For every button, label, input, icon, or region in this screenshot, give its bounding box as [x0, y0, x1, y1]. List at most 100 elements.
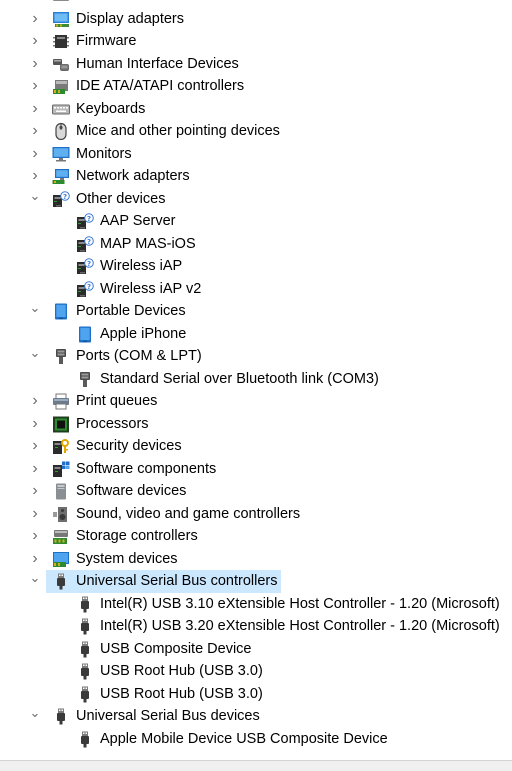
- chevron-down-icon[interactable]: ⌄: [28, 705, 42, 728]
- chevron-right-icon[interactable]: ›: [28, 120, 42, 143]
- usb-icon: [52, 708, 70, 725]
- usb-icon: [76, 663, 94, 680]
- chevron-right-icon[interactable]: ›: [28, 503, 42, 526]
- tree-category-disk-drives[interactable]: › Disk drives: [0, 0, 512, 8]
- chevron-down-icon[interactable]: ⌄: [28, 345, 42, 368]
- tree-category-ports-com-lpt[interactable]: ⌄ Ports (COM & LPT): [0, 345, 512, 368]
- tree-item-label: IDE ATA/ATAPI controllers: [76, 78, 245, 94]
- tree-category-human-interface-devices[interactable]: › Human Interface Devices: [0, 53, 512, 76]
- usb-icon: [76, 596, 94, 613]
- tree-item-label: Ports (COM & LPT): [76, 348, 202, 364]
- tree-device-intel-r-usb-3-10-extensible-host-controller-1-20-microsoft[interactable]: Intel(R) USB 3.10 eXtensible Host Contro…: [0, 593, 512, 616]
- tree-category-system-devices[interactable]: › System devices: [0, 548, 512, 571]
- portable-device-icon: [76, 326, 94, 343]
- port-icon: [76, 371, 94, 388]
- chevron-right-icon[interactable]: ›: [28, 413, 42, 436]
- tree-category-portable-devices[interactable]: ⌄ Portable Devices: [0, 300, 512, 323]
- tree-category-universal-serial-bus-controllers[interactable]: ⌄ Universal Serial Bus controllers: [0, 570, 512, 593]
- tree-item-label: USB Composite Device: [100, 640, 252, 657]
- tree-device-intel-r-usb-3-20-extensible-host-controller-1-20-microsoft[interactable]: Intel(R) USB 3.20 eXtensible Host Contro…: [0, 615, 512, 638]
- svg-text:?: ?: [63, 192, 67, 200]
- tree-category-keyboards[interactable]: › Keyboards: [0, 98, 512, 121]
- tree-item-label: Human Interface Devices: [76, 55, 239, 72]
- tree-item-label: Software components: [76, 460, 217, 477]
- tree-item-label: Firmware: [76, 33, 137, 49]
- mouse-icon: [52, 122, 70, 141]
- tree-category-firmware[interactable]: › Firmware: [0, 30, 512, 53]
- tree-device-usb-composite-device[interactable]: USB Composite Device: [0, 638, 512, 661]
- chevron-right-icon[interactable]: ›: [28, 525, 42, 548]
- chevron-right-icon[interactable]: ›: [28, 548, 42, 571]
- tree-item-label: USB Root Hub (USB 3.0): [100, 685, 263, 702]
- tree-category-ide-ata-atapi-controllers[interactable]: › IDE ATA/ATAPI controllers: [0, 75, 512, 98]
- tree-item-label: Other devices: [76, 190, 166, 207]
- chevron-down-icon[interactable]: ⌄: [28, 570, 42, 593]
- tree-device-wireless-iap-v2[interactable]: ? Wireless iAP v2: [0, 278, 512, 301]
- tree-item-label: Wireless iAP v2: [100, 280, 202, 297]
- tree-category-display-adapters[interactable]: › Display adapters: [0, 8, 512, 31]
- chevron-right-icon[interactable]: ›: [28, 8, 42, 31]
- system-device-icon: [52, 551, 70, 568]
- svg-text:?: ?: [87, 215, 91, 223]
- tree-category-print-queues[interactable]: › Print queues: [0, 390, 512, 413]
- ide-controller-icon: [52, 78, 70, 95]
- tree-item-label: Intel(R) USB 3.20 eXtensible Host Contro…: [100, 618, 500, 634]
- tree-category-processors[interactable]: › Processors: [0, 413, 512, 436]
- tree-category-sound-video-and-game-controllers[interactable]: › Sound, video and game controllers: [0, 503, 512, 526]
- chevron-right-icon[interactable]: ›: [28, 53, 42, 76]
- tree-item-label: Software devices: [76, 483, 187, 499]
- chevron-right-icon[interactable]: ›: [28, 435, 42, 458]
- tree-item-label: USB Root Hub (USB 3.0): [100, 663, 263, 679]
- tree-device-standard-serial-over-bluetooth-link-com3[interactable]: Standard Serial over Bluetooth link (COM…: [0, 368, 512, 391]
- status-bar: [0, 760, 512, 771]
- tree-device-usb-root-hub-usb-3-0[interactable]: USB Root Hub (USB 3.0): [0, 660, 512, 683]
- tree-category-storage-controllers[interactable]: › Storage controllers: [0, 525, 512, 548]
- tree-item-label: Sound, video and game controllers: [76, 505, 301, 522]
- chevron-right-icon[interactable]: ›: [28, 75, 42, 98]
- display-adapter-icon: [52, 11, 70, 28]
- tree-category-software-components[interactable]: › Software components: [0, 458, 512, 481]
- chevron-right-icon[interactable]: ›: [28, 0, 42, 8]
- tree-category-software-devices[interactable]: › Software devices: [0, 480, 512, 503]
- chevron-right-icon[interactable]: ›: [28, 98, 42, 121]
- tree-category-monitors[interactable]: › Monitors: [0, 143, 512, 166]
- keyboard-icon: [52, 101, 70, 118]
- storage-controller-icon: [52, 528, 70, 545]
- usb-icon: [52, 573, 70, 590]
- tree-device-apple-mobile-device-usb-composite-device[interactable]: Apple Mobile Device USB Composite Device: [0, 728, 512, 751]
- tree-item-label: Apple Mobile Device USB Composite Device: [100, 730, 388, 747]
- chevron-down-icon[interactable]: ⌄: [28, 300, 42, 323]
- tree-category-other-devices[interactable]: ⌄? Other devices: [0, 188, 512, 211]
- tree-category-mice-and-other-pointing-devices[interactable]: › Mice and other pointing devices: [0, 120, 512, 143]
- tree-device-map-mas-ios[interactable]: ? MAP MAS-iOS: [0, 233, 512, 256]
- device-tree[interactable]: › Disk drives › Display adapters › Firmware › H…: [0, 0, 512, 750]
- unknown-device-icon: ?: [76, 258, 94, 275]
- tree-category-security-devices[interactable]: › Security devices: [0, 435, 512, 458]
- security-device-icon: [52, 438, 70, 455]
- chevron-right-icon[interactable]: ›: [28, 30, 42, 53]
- tree-device-usb-root-hub-usb-3-0[interactable]: USB Root Hub (USB 3.0): [0, 683, 512, 706]
- unknown-device-icon: ?: [76, 235, 94, 253]
- tree-item-label: Universal Serial Bus devices: [76, 708, 260, 724]
- network-adapter-icon: [52, 168, 70, 185]
- tree-device-apple-iphone[interactable]: Apple iPhone: [0, 323, 512, 346]
- tree-device-wireless-iap[interactable]: ? Wireless iAP: [0, 255, 512, 278]
- hid-icon: [52, 56, 70, 73]
- unknown-device-icon: ?: [76, 280, 94, 298]
- chevron-right-icon[interactable]: ›: [28, 165, 42, 188]
- tree-category-universal-serial-bus-devices[interactable]: ⌄ Universal Serial Bus devices: [0, 705, 512, 728]
- usb-icon: [76, 618, 94, 635]
- printer-icon: [52, 393, 70, 410]
- processor-icon: [52, 416, 70, 433]
- tree-item-label: Standard Serial over Bluetooth link (COM…: [100, 370, 379, 387]
- chevron-right-icon[interactable]: ›: [28, 143, 42, 166]
- tree-device-aap-server[interactable]: ? AAP Server: [0, 210, 512, 233]
- chevron-down-icon[interactable]: ⌄: [28, 188, 42, 211]
- monitor-icon: [52, 146, 70, 163]
- chevron-right-icon[interactable]: ›: [28, 480, 42, 503]
- chevron-right-icon[interactable]: ›: [28, 458, 42, 481]
- tree-item-label: Network adapters: [76, 168, 190, 184]
- portable-device-icon: [52, 303, 70, 320]
- chevron-right-icon[interactable]: ›: [28, 390, 42, 413]
- tree-category-network-adapters[interactable]: › Network adapters: [0, 165, 512, 188]
